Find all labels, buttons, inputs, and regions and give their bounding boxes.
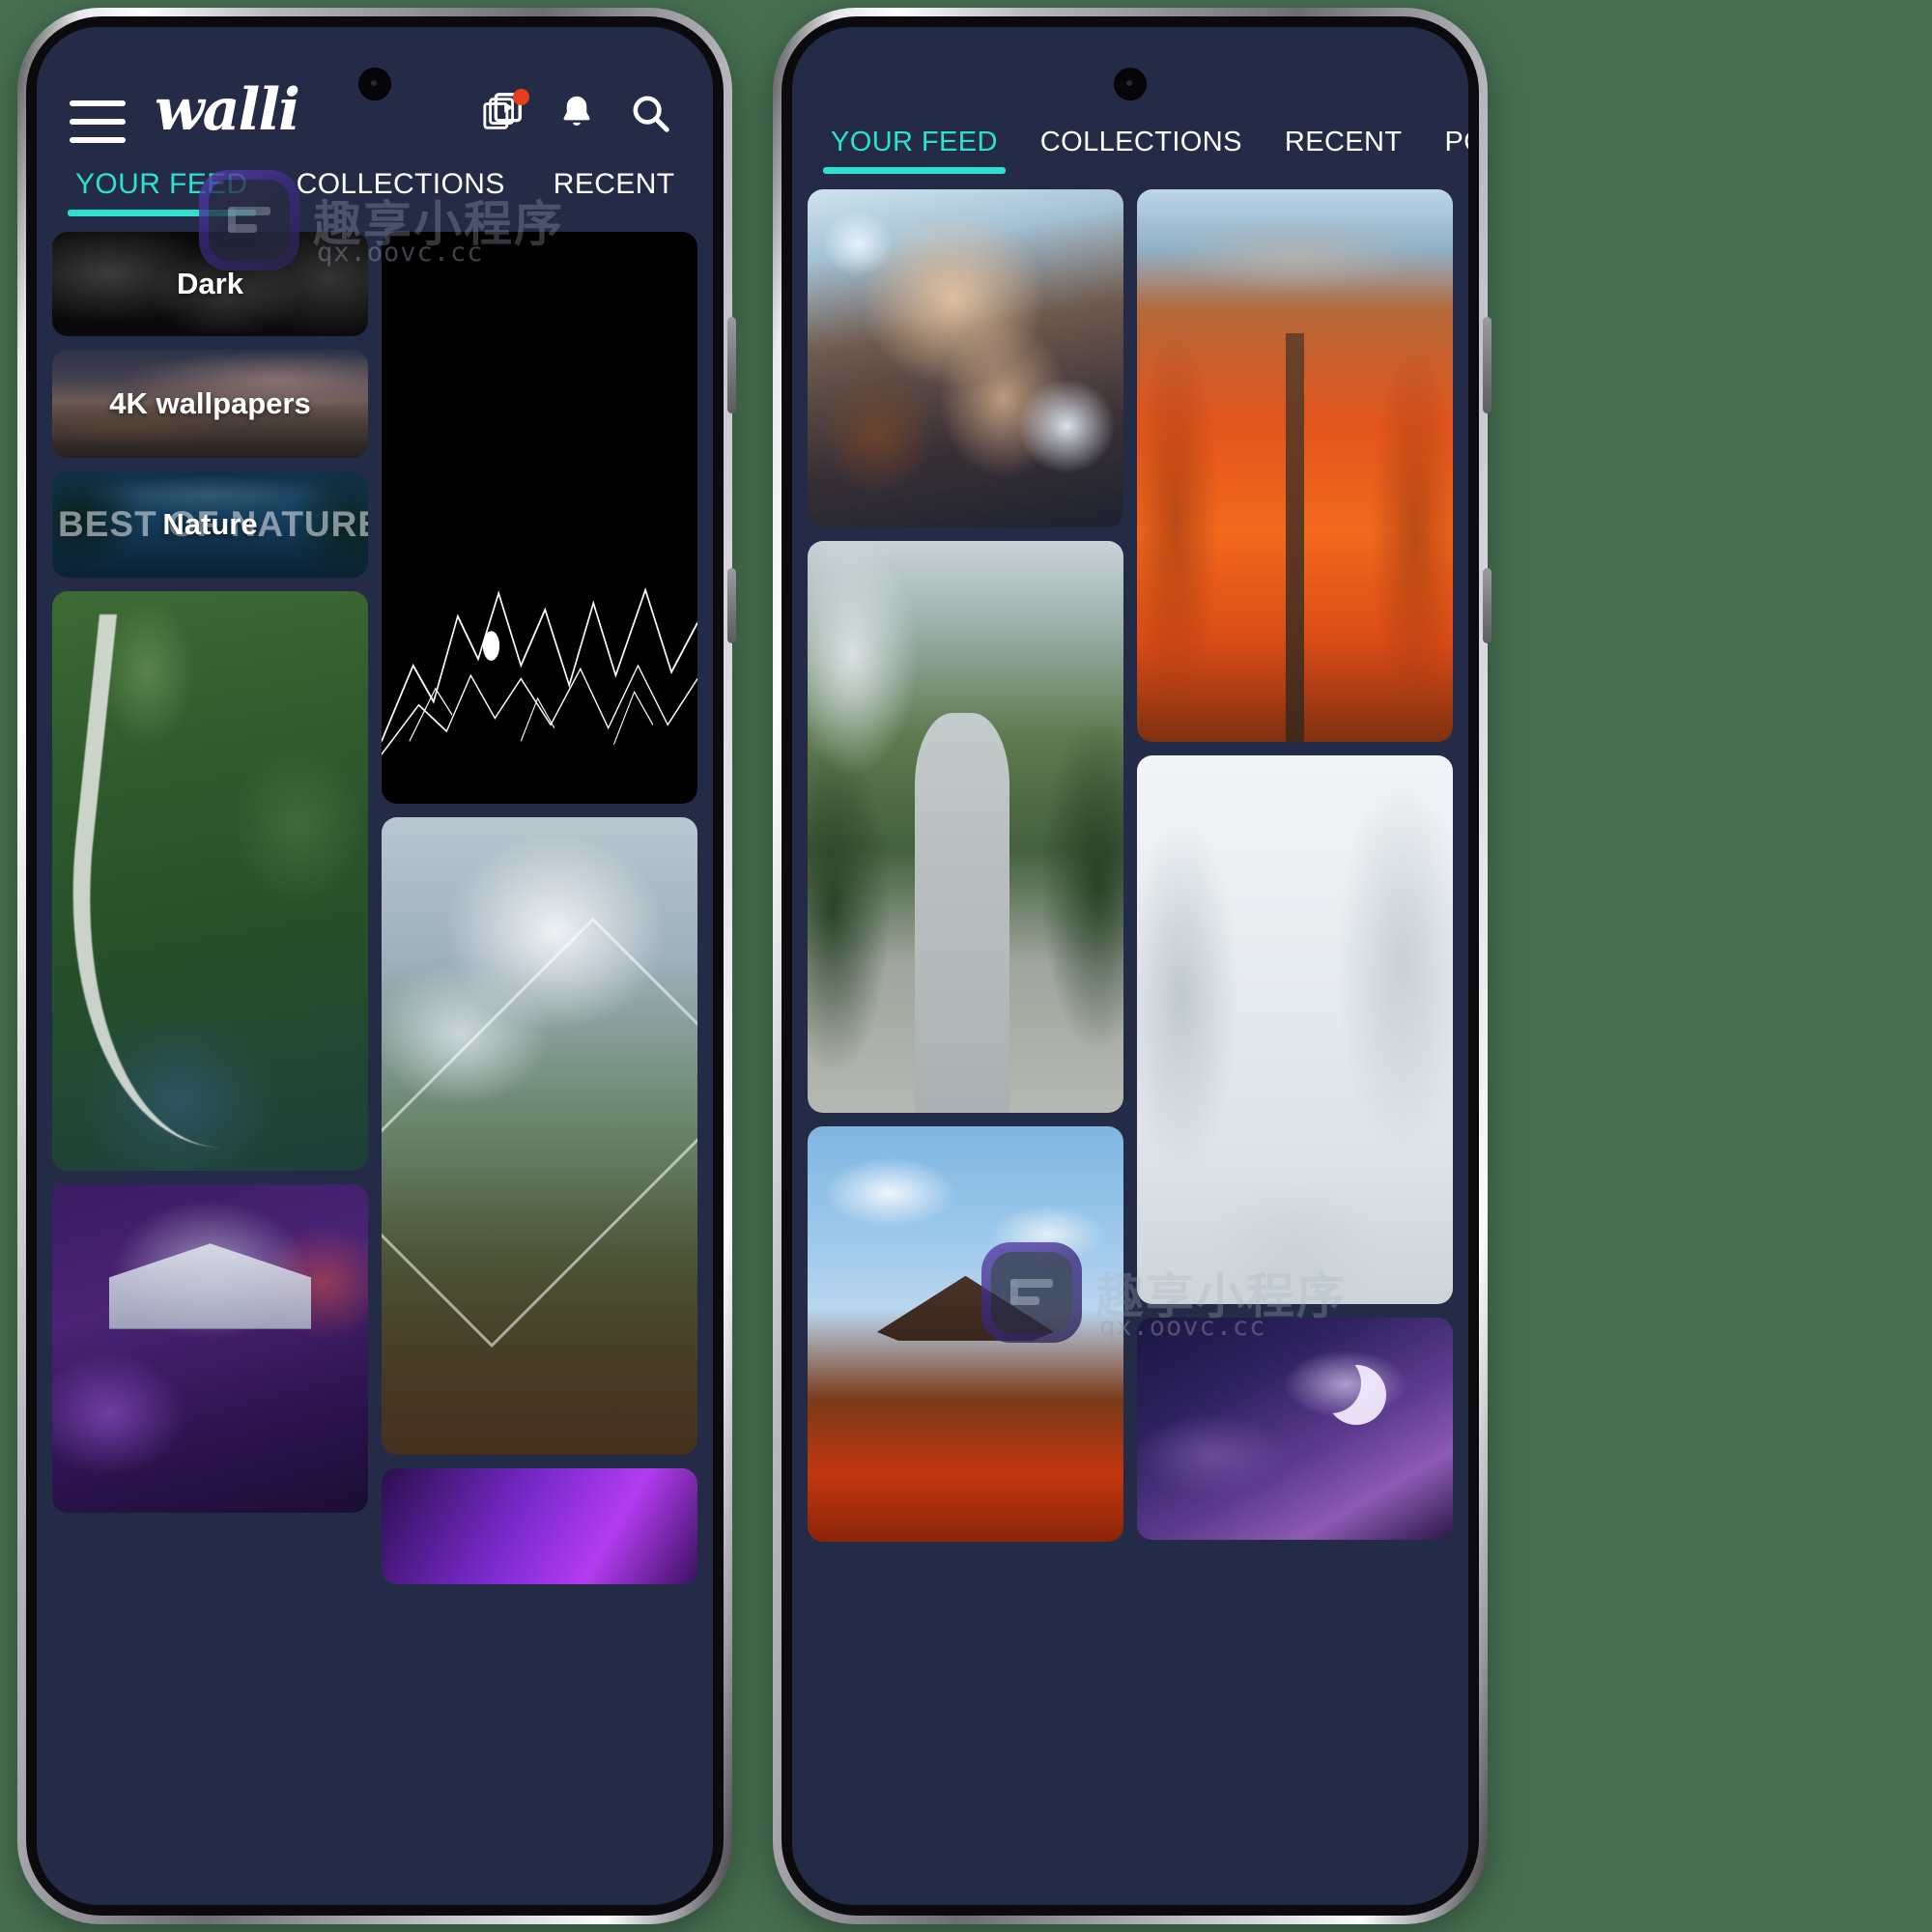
wallpaper-thumbnail bbox=[382, 817, 697, 1455]
power-button[interactable] bbox=[1483, 568, 1492, 643]
wallpaper-card[interactable] bbox=[382, 817, 697, 1455]
feed-column-right bbox=[382, 232, 697, 1905]
screenshot-stage: walli YOUR FEED COLLECTIONS RECENT Dark … bbox=[0, 0, 1932, 1932]
search-icon bbox=[633, 96, 669, 132]
collection-card-4k-wallpapers[interactable]: 4K wallpapers bbox=[52, 350, 368, 458]
wallpaper-thumbnail bbox=[52, 591, 368, 1171]
front-camera-punch-hole bbox=[358, 68, 391, 100]
wallpaper-thumbnail bbox=[808, 1126, 1123, 1542]
wallpaper-card[interactable] bbox=[52, 591, 368, 1171]
wallpaper-thumbnail bbox=[1137, 189, 1453, 742]
notification-badge-dot bbox=[513, 89, 529, 105]
wallpaper-thumbnail bbox=[382, 232, 697, 804]
wallpaper-card[interactable] bbox=[1137, 1318, 1453, 1540]
wallpaper-card[interactable] bbox=[808, 189, 1123, 527]
walli-app-right: YOUR FEED COLLECTIONS RECENT POPULAR bbox=[792, 27, 1468, 1905]
phone-mockup-left: walli YOUR FEED COLLECTIONS RECENT Dark … bbox=[17, 8, 736, 1924]
feed-tab-bar: YOUR FEED COLLECTIONS RECENT POPULAR bbox=[792, 110, 1468, 189]
notifications-button[interactable] bbox=[547, 83, 607, 143]
wallpaper-thumbnail bbox=[1137, 755, 1453, 1304]
tab-your-feed[interactable]: YOUR FEED bbox=[823, 127, 1006, 174]
search-button[interactable] bbox=[620, 83, 680, 143]
tab-recent[interactable]: RECENT bbox=[1285, 127, 1403, 174]
app-logo: walli bbox=[155, 76, 300, 144]
collection-card-nature[interactable]: BEST OF NATURE Nature bbox=[52, 471, 368, 578]
wallpaper-card[interactable] bbox=[808, 541, 1123, 1113]
phone-mockup-right: YOUR FEED COLLECTIONS RECENT POPULAR bbox=[773, 8, 1492, 1924]
wallpaper-card[interactable] bbox=[382, 232, 697, 804]
wallpaper-thumbnail bbox=[382, 1468, 697, 1584]
hamburger-menu-icon[interactable] bbox=[70, 100, 126, 143]
tab-collections[interactable]: COLLECTIONS bbox=[297, 168, 505, 216]
feed-column-left bbox=[808, 189, 1123, 1905]
front-camera-punch-hole bbox=[1114, 68, 1147, 100]
tab-popular[interactable]: POPULAR bbox=[1445, 127, 1469, 174]
wallpaper-card[interactable] bbox=[52, 1184, 368, 1513]
wallpaper-thumbnail bbox=[808, 541, 1123, 1113]
feed-column-right bbox=[1137, 189, 1453, 1905]
playlist-stack-button[interactable] bbox=[473, 83, 533, 143]
volume-up-button[interactable] bbox=[727, 317, 736, 413]
wallpaper-card[interactable] bbox=[1137, 189, 1453, 742]
wallpaper-thumbnail bbox=[52, 1184, 368, 1513]
power-button[interactable] bbox=[727, 568, 736, 643]
phone-screen-left: walli YOUR FEED COLLECTIONS RECENT Dark … bbox=[37, 27, 713, 1905]
collection-card-dark[interactable]: Dark bbox=[52, 232, 368, 336]
wallpaper-card[interactable] bbox=[1137, 755, 1453, 1304]
wallpaper-feed-right[interactable] bbox=[792, 189, 1468, 1905]
volume-up-button[interactable] bbox=[1483, 317, 1492, 413]
wallpaper-feed-left[interactable]: Dark 4K wallpapers BEST OF NATURE Nature bbox=[37, 232, 713, 1905]
bell-icon bbox=[563, 96, 590, 126]
collection-title: 4K wallpapers bbox=[109, 386, 311, 420]
wallpaper-thumbnail bbox=[1137, 1318, 1453, 1540]
wallpaper-thumbnail bbox=[808, 189, 1123, 527]
phone-screen-right: YOUR FEED COLLECTIONS RECENT POPULAR bbox=[792, 27, 1468, 1905]
tab-collections[interactable]: COLLECTIONS bbox=[1040, 127, 1242, 174]
feed-column-left: Dark 4K wallpapers BEST OF NATURE Nature bbox=[52, 232, 368, 1905]
walli-app-left: walli YOUR FEED COLLECTIONS RECENT Dark … bbox=[37, 27, 713, 1905]
wallpaper-card[interactable] bbox=[382, 1468, 697, 1584]
wallpaper-card[interactable] bbox=[808, 1126, 1123, 1542]
tab-recent[interactable]: RECENT bbox=[554, 168, 675, 216]
tab-your-feed[interactable]: YOUR FEED bbox=[68, 168, 256, 216]
collection-title: Nature bbox=[162, 507, 258, 541]
feed-tab-bar: YOUR FEED COLLECTIONS RECENT POPULAR bbox=[37, 153, 713, 232]
collection-title: Dark bbox=[177, 267, 243, 300]
